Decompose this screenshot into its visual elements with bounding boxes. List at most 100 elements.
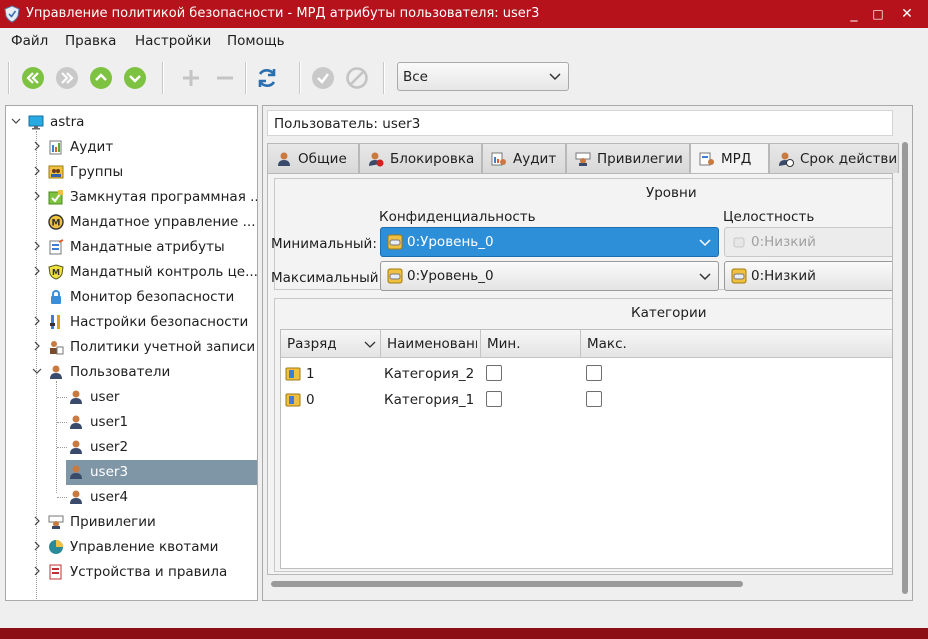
tab-label: Аудит [513,151,557,167]
column-header-max[interactable]: Макс. [581,330,892,358]
column-header-bit[interactable]: Разряд [281,330,381,358]
tab-expiration[interactable]: Срок действи [769,143,899,173]
lock-icon [51,290,61,304]
tree-item-label: Аудит [70,139,114,155]
collapse-icon[interactable] [32,366,42,376]
integrity-shield-icon: M [48,264,64,280]
expand-icon[interactable] [32,191,42,201]
tree-item-account-policies[interactable]: Политики учетной записи [6,335,257,360]
tree-item-privileges[interactable]: Привилегии [6,510,257,535]
shield-app-icon [4,5,20,23]
add-icon[interactable] [179,66,203,90]
expand-icon[interactable] [32,341,42,351]
horizontal-scrollbar[interactable] [271,581,743,587]
expand-icon[interactable] [32,266,42,276]
tree-item-closed-software[interactable]: Замкнутая программная ... [6,185,257,210]
maximal-label: Максимальный: [271,270,384,286]
tree-item-mandatory-attributes[interactable]: Мандатные атрибуты [6,235,257,260]
category-max-checkbox[interactable] [586,365,602,381]
level-icon [387,234,403,250]
down-icon[interactable] [123,66,147,90]
cancel-icon[interactable] [345,66,369,90]
tab-privileges[interactable]: Привилегии [566,143,690,173]
tree-user-user2[interactable]: user2 [6,435,257,460]
tree-user-label: user1 [90,414,129,430]
category-max-checkbox[interactable] [586,391,602,407]
tree-user-user3[interactable]: user3 [6,460,257,485]
expand-icon[interactable] [32,516,42,526]
tree-item-users[interactable]: Пользователи [6,360,257,385]
filter-value: Все [403,69,428,85]
user-icon [70,415,82,429]
user-icon [70,490,82,504]
svg-text:M: M [52,219,61,229]
refresh-icon[interactable] [255,66,279,90]
filter-dropdown[interactable]: Все [397,62,569,91]
column-header-name[interactable]: Наименовани [381,330,481,358]
expand-icon[interactable] [32,316,42,326]
expand-icon[interactable] [32,166,42,176]
min-confidentiality-combo[interactable]: 0:Уровень_0 [380,227,719,257]
vertical-scrollbar[interactable] [902,142,908,594]
expand-icon[interactable] [32,141,42,151]
toolbar: Все [0,54,918,104]
expand-icon[interactable] [32,241,42,251]
tree-item-label: Пользователи [70,364,171,380]
tree-item-security-monitor[interactable]: Монитор безопасности [6,285,257,310]
chevron-down-icon [549,73,561,81]
expand-icon[interactable] [32,541,42,551]
tree-item-devices[interactable]: Устройства и правила [6,560,257,585]
tree-item-groups[interactable]: Группы [6,160,257,185]
level-icon [733,237,745,248]
tree-item-mandatory-control[interactable]: M Мандатное управление ... [6,210,257,235]
tree-root-label: astra [50,114,85,130]
maximize-button[interactable]: □ [868,4,888,24]
tree-item-label: Политики учетной записи [70,339,256,355]
first-icon[interactable] [21,66,45,90]
tree-root-astra[interactable]: astra [6,110,257,135]
users-icon [50,365,62,379]
menu-settings[interactable]: Настройки [135,33,211,49]
minimize-button[interactable]: _ [844,4,864,24]
tree-user-label: user3 [90,464,129,480]
toolbar-separator [245,62,247,94]
tree-item-security-settings[interactable]: Настройки безопасности [6,310,257,335]
tab-audit[interactable]: Аудит [482,143,566,173]
column-header-min[interactable]: Мин. [481,330,581,358]
tree-item-label: Привилегии [70,514,156,530]
category-min-checkbox[interactable] [486,365,502,381]
collapse-icon[interactable] [11,116,21,126]
menu-file[interactable]: Файл [11,33,48,49]
tab-general[interactable]: Общие [267,143,359,173]
min-integrity-combo[interactable]: 0:Низкий [724,227,892,257]
user-header-text: Пользователь: user3 [274,116,421,132]
toolbar-separator [299,62,301,94]
tree-user-user1[interactable]: user1 [6,410,257,435]
tree-item-audit[interactable]: Аудит [6,135,257,160]
tree-item-label: Замкнутая программная ... [70,189,258,205]
category-min-checkbox[interactable] [486,391,502,407]
menu-help[interactable]: Помощь [227,33,285,49]
sort-chevron-icon [364,341,376,348]
tree-user-user[interactable]: user [6,385,257,410]
tab-blocking[interactable]: Блокировка [359,143,482,173]
tree-item-label: Настройки безопасности [70,314,249,330]
mrd-icon [699,152,714,166]
remove-icon[interactable] [213,66,237,90]
last-icon[interactable] [55,66,79,90]
max-integrity-combo[interactable]: 0:Низкий [724,261,892,291]
tree-item-integrity-control[interactable]: M Мандатный контроль це... [6,260,257,285]
details-pane: Пользователь: user3 Общие Блокировка Ауд… [262,105,913,601]
menu-edit[interactable]: Правка [65,33,116,49]
tree-item-quotas[interactable]: Управление квотами [6,535,257,560]
close-button[interactable]: ✕ [897,4,917,24]
up-icon[interactable] [89,66,113,90]
min-integrity-value: 0:Низкий [751,234,816,250]
tree-user-user4[interactable]: user4 [6,485,257,510]
tab-mrd[interactable]: МРД [690,143,769,174]
categories-title: Категории [631,305,707,321]
max-confidentiality-combo[interactable]: 0:Уровень_0 [380,261,719,291]
menu-bar: Файл Правка Настройки Помощь [0,28,918,54]
apply-icon[interactable] [311,66,335,90]
expand-icon[interactable] [32,566,42,576]
